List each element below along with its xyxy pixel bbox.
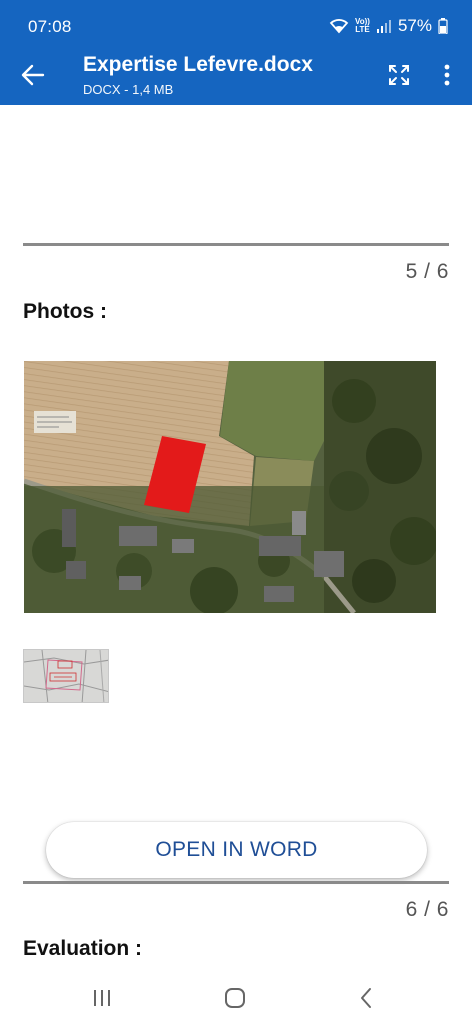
system-nav-bar [0, 970, 472, 1024]
signal-icon [376, 19, 392, 33]
fullscreen-icon [389, 65, 409, 85]
wifi-icon [329, 18, 349, 34]
back-icon [361, 988, 371, 1008]
page-counter: 6 / 6 [405, 898, 449, 921]
page-counter: 5 / 6 [405, 260, 449, 283]
page-divider [23, 243, 449, 246]
back-button[interactable] [16, 58, 50, 92]
recent-apps-button[interactable] [92, 989, 112, 1012]
cadastral-plan-thumbnail[interactable] [23, 649, 109, 703]
fullscreen-button[interactable] [384, 60, 414, 90]
home-button[interactable] [224, 987, 246, 1014]
status-icons: Vo)) LTE 57% [329, 16, 448, 36]
section-heading-photos: Photos : [23, 300, 107, 323]
volte-indicator: Vo)) LTE [355, 17, 370, 34]
recent-apps-icon [94, 990, 110, 1006]
document-meta: DOCX - 1,4 MB [83, 82, 174, 97]
document-title: Expertise Lefevre.docx [83, 53, 313, 76]
section-heading-evaluation: Evaluation : [23, 937, 143, 960]
open-in-word-button[interactable]: OPEN IN WORD [46, 822, 427, 878]
status-time: 07:08 [28, 17, 72, 36]
battery-percent: 57% [397, 16, 432, 35]
battery-icon [438, 18, 448, 34]
app-header: 07:08 Vo)) LTE 57% Expertise Lefevre.doc… [0, 0, 472, 105]
more-vert-icon [444, 64, 450, 86]
back-arrow-icon [21, 64, 45, 86]
aerial-photo[interactable] [24, 361, 436, 613]
page-divider [23, 881, 449, 884]
home-icon [225, 988, 245, 1008]
more-options-button[interactable] [434, 60, 460, 90]
system-back-button[interactable] [358, 987, 374, 1014]
